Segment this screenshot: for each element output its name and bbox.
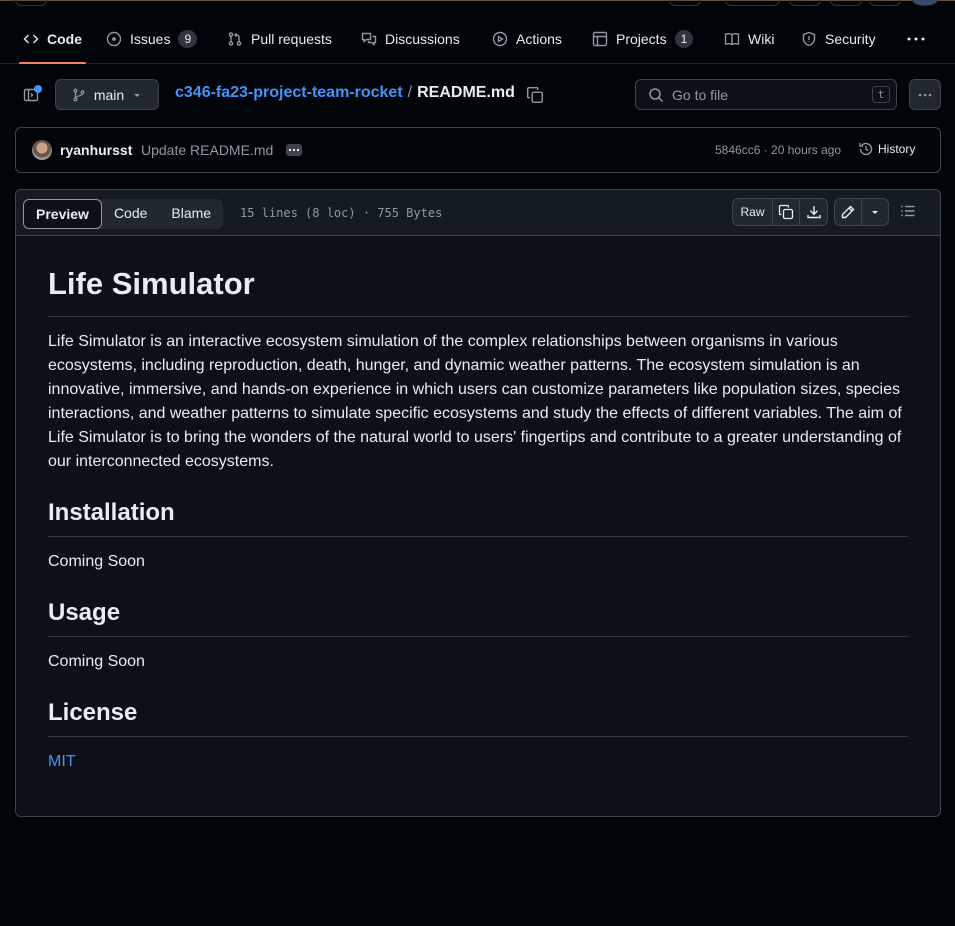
history-icon [859, 142, 873, 156]
file-viewer-header: Preview Code Blame 15 lines (8 loc) · 75… [16, 190, 940, 236]
triangle-down-icon [134, 93, 141, 97]
breadcrumb-repo-link[interactable]: c346-fa23-project-team-rocket [175, 84, 403, 102]
edit-file-button[interactable] [835, 199, 862, 225]
download-raw-button[interactable] [800, 199, 827, 225]
pencil-icon [841, 205, 855, 219]
raw-button[interactable]: Raw [733, 199, 773, 225]
edit-actions-group [834, 198, 889, 226]
tab-security[interactable]: Security [801, 18, 876, 60]
search-shortcut-key: t [872, 86, 890, 103]
latest-commit-box: ryanhursst Update README.md 5846cc6 · 20… [15, 127, 941, 173]
tab-preview[interactable]: Preview [23, 199, 102, 229]
breadcrumb: c346-fa23-project-team-rocket / README.m… [175, 84, 515, 102]
tab-wiki-label: Wiki [748, 31, 775, 47]
view-mode-segmented-control: Preview Code Blame [23, 199, 224, 229]
issues-count-badge: 9 [178, 30, 198, 48]
triangle-down-icon [872, 211, 878, 214]
copy-raw-button[interactable] [773, 199, 800, 225]
kebab-horizontal-icon [907, 37, 925, 41]
readme-intro: Life Simulator is an interactive ecosyst… [48, 333, 902, 470]
tab-code-view[interactable]: Code [102, 199, 159, 229]
tab-pull-requests-label: Pull requests [251, 31, 332, 47]
expand-file-tree-button[interactable] [16, 80, 46, 110]
repo-nav: Code Issues 9 Pull requests Discussions … [0, 18, 955, 64]
tab-issues-label: Issues [130, 31, 171, 47]
tab-wiki[interactable]: Wiki [724, 18, 774, 60]
search-icon [649, 87, 664, 102]
raw-actions-group: Raw [732, 198, 828, 226]
readme-content: Life Simulator Life Simulator is an inte… [48, 236, 908, 774]
notification-dot [34, 85, 42, 93]
commit-author[interactable]: ryanhursst [60, 142, 132, 158]
kebab-horizontal-icon [918, 93, 932, 96]
tab-security-label: Security [825, 31, 876, 47]
tab-discussions-label: Discussions [385, 31, 460, 47]
tab-code-label: Code [47, 31, 82, 47]
more-file-actions-button[interactable] [909, 79, 941, 110]
license-heading: License [48, 698, 908, 737]
go-to-file-search[interactable]: t [635, 79, 897, 110]
branch-name: main [93, 86, 125, 103]
go-to-file-input[interactable] [672, 86, 862, 103]
more-tabs-button[interactable] [906, 18, 926, 60]
license-paragraph: MIT [48, 750, 908, 774]
license-link[interactable]: MIT [48, 753, 76, 770]
file-header: main c346-fa23-project-team-rocket / REA… [0, 78, 955, 112]
tab-issues[interactable]: Issues 9 [106, 18, 198, 60]
header-controls-partial [0, 0, 955, 6]
copy-path-button[interactable] [526, 86, 544, 104]
branch-select-button[interactable]: main [55, 79, 159, 110]
code-icon [23, 34, 39, 44]
tab-blame[interactable]: Blame [159, 199, 223, 229]
comment-discussion-icon [361, 32, 377, 46]
breadcrumb-filename: README.md [417, 84, 515, 101]
table-icon [592, 31, 608, 47]
tab-actions-label: Actions [516, 31, 562, 47]
tab-projects[interactable]: Projects 1 [592, 18, 694, 60]
history-button[interactable]: History [858, 141, 915, 157]
tab-discussions[interactable]: Discussions [361, 18, 460, 60]
tab-actions[interactable]: Actions [492, 18, 562, 60]
installation-heading: Installation [48, 498, 908, 537]
avatar[interactable] [32, 140, 52, 160]
book-icon [724, 32, 740, 46]
commit-details-toggle[interactable] [286, 144, 302, 156]
breadcrumb-separator: / [407, 84, 413, 101]
copy-icon [778, 204, 794, 220]
history-label: History [878, 142, 916, 156]
commit-message[interactable]: Update README.md [141, 142, 273, 158]
tab-projects-label: Projects [616, 31, 667, 47]
usage-text: Coming Soon [48, 653, 145, 670]
tab-code[interactable]: Code [19, 18, 86, 64]
readme-title: Life Simulator [48, 266, 908, 317]
installation-text: Coming Soon [48, 553, 145, 570]
issue-opened-icon [106, 31, 122, 47]
edit-options-dropdown[interactable] [862, 199, 888, 225]
download-icon [806, 206, 821, 219]
commit-meta[interactable]: 5846cc6 · 20 hours ago [715, 143, 841, 157]
copy-icon [526, 86, 544, 104]
projects-count-badge: 1 [674, 30, 694, 48]
git-pull-request-icon [228, 32, 242, 46]
list-unordered-icon [901, 205, 915, 217]
play-icon [492, 31, 508, 47]
file-info: 15 lines (8 loc) · 755 Bytes [240, 206, 443, 220]
usage-heading: Usage [48, 598, 908, 637]
git-branch-icon [73, 88, 85, 101]
file-viewer: Preview Code Blame 15 lines (8 loc) · 75… [15, 189, 941, 817]
tab-pull-requests[interactable]: Pull requests [227, 18, 332, 60]
outline-button[interactable] [900, 203, 920, 223]
shield-icon [802, 31, 816, 47]
